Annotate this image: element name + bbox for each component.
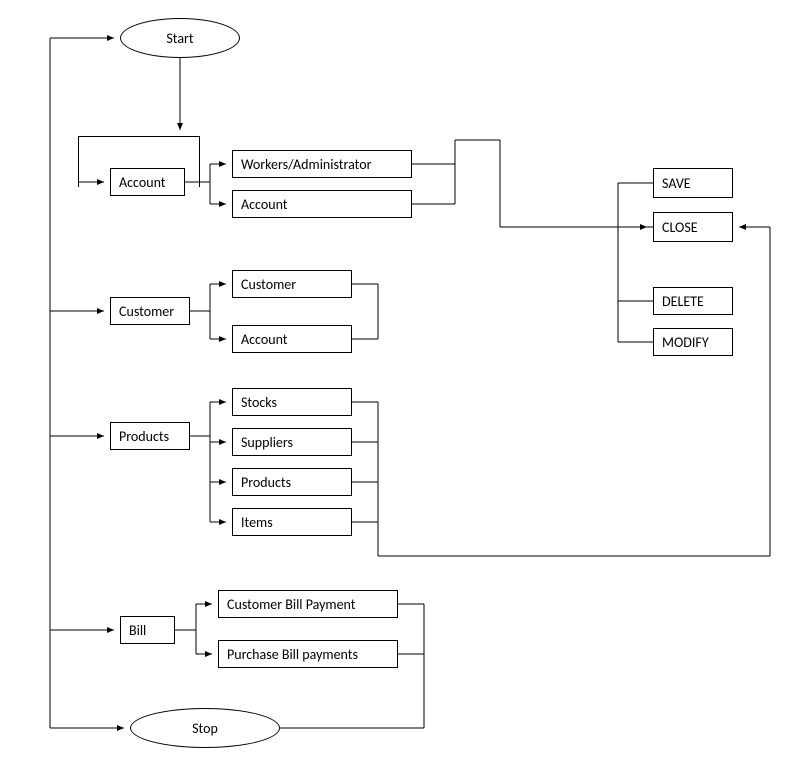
customer-child-1: Account [232, 325, 352, 353]
products-child-3-label: Items [241, 514, 273, 531]
menu-customer: Customer [110, 297, 190, 325]
menu-products-label: Products [119, 428, 169, 445]
action-save: SAVE [653, 168, 733, 198]
products-child-0-label: Stocks [241, 394, 277, 411]
bill-child-0-label: Customer Bill Payment [227, 596, 355, 613]
action-close: CLOSE [653, 212, 733, 242]
menu-account: Account [110, 168, 185, 196]
action-close-label: CLOSE [662, 219, 698, 236]
action-save-label: SAVE [662, 175, 691, 192]
action-delete-label: DELETE [662, 293, 704, 310]
products-child-1-label: Suppliers [241, 434, 293, 451]
bill-child-1-label: Purchase Bill payments [227, 646, 358, 663]
customer-child-1-label: Account [241, 331, 287, 348]
customer-child-0-label: Customer [241, 276, 296, 293]
terminal-start: Start [120, 18, 240, 58]
terminal-stop-label: Stop [192, 720, 218, 737]
bill-child-0: Customer Bill Payment [218, 590, 398, 618]
products-child-2-label: Products [241, 474, 291, 491]
menu-account-label: Account [119, 174, 165, 191]
account-child-0: Workers/Administrator [232, 150, 412, 178]
flowchart: Start Account Workers/Administrator Acco… [0, 0, 805, 777]
menu-bill: Bill [120, 616, 175, 644]
action-delete: DELETE [653, 287, 733, 315]
bill-child-1: Purchase Bill payments [218, 640, 398, 668]
menu-bill-label: Bill [129, 622, 146, 639]
terminal-start-label: Start [166, 30, 193, 47]
account-child-1-label: Account [241, 196, 287, 213]
products-child-3: Items [232, 508, 352, 536]
connectors [0, 0, 805, 777]
products-child-1: Suppliers [232, 428, 352, 456]
customer-child-0: Customer [232, 270, 352, 298]
action-modify-label: MODIFY [662, 334, 709, 351]
menu-products: Products [110, 422, 190, 450]
account-child-1: Account [232, 190, 412, 218]
menu-customer-label: Customer [119, 303, 174, 320]
products-child-0: Stocks [232, 388, 352, 416]
action-modify: MODIFY [653, 328, 733, 356]
products-child-2: Products [232, 468, 352, 496]
account-child-0-label: Workers/Administrator [241, 156, 371, 173]
terminal-stop: Stop [130, 708, 280, 748]
